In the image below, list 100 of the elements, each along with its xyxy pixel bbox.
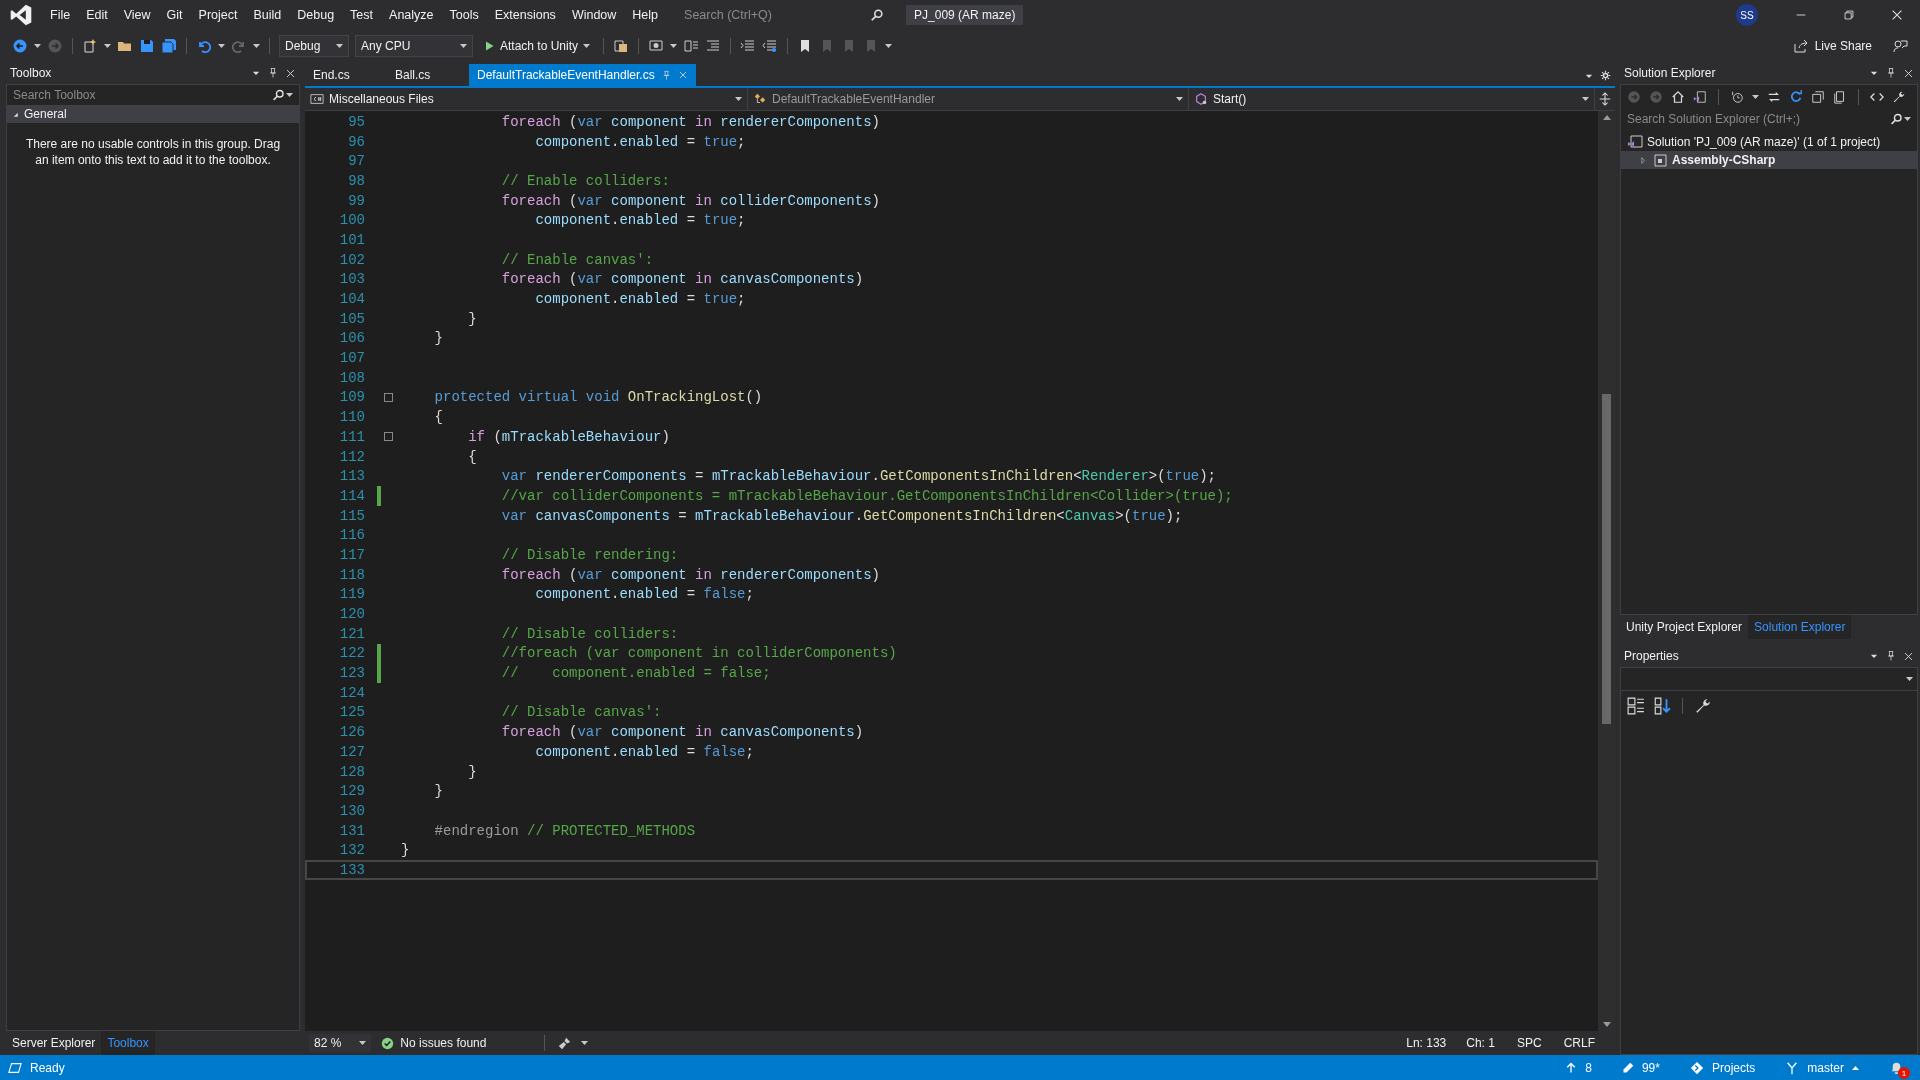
save-all-icon[interactable] (161, 38, 177, 54)
code-line: foreach (var component in rendererComponents) (500, 113, 880, 130)
menu-item[interactable]: Window (563, 4, 625, 26)
frame-icon[interactable] (648, 38, 665, 54)
attach-button[interactable]: Attach to Unity (479, 37, 595, 55)
platform-dropdown[interactable]: Any CPU (355, 35, 473, 57)
split-icon[interactable] (1598, 92, 1612, 106)
back-icon[interactable] (12, 38, 28, 54)
menu-item[interactable]: File (42, 4, 79, 26)
close-icon[interactable] (1890, 8, 1904, 22)
menu-item[interactable]: Git (158, 4, 191, 26)
search-field[interactable]: Search Toolbox (7, 85, 299, 105)
collapse-toggle[interactable] (383, 392, 393, 402)
history-icon[interactable] (1730, 90, 1744, 104)
search-field[interactable]: Search Solution Explorer (Ctrl+;) (1621, 109, 1917, 129)
unpushed-commits[interactable]: 8 (1565, 1060, 1592, 1075)
scroll-up-icon[interactable] (1602, 115, 1611, 120)
project-dropdown[interactable]: Miscellaneous Files (305, 88, 748, 110)
search-field[interactable]: Search (Ctrl+Q) (678, 4, 891, 26)
code-line: if (mTrackableBehaviour) (467, 428, 670, 445)
close-icon[interactable] (1903, 67, 1914, 79)
pin-icon[interactable] (267, 67, 279, 79)
home-icon[interactable] (1671, 90, 1685, 104)
tree-item[interactable]: Assembly-CSharp (1621, 151, 1917, 169)
whitespace-indicator[interactable]: SPC (1516, 1036, 1542, 1050)
panel-tab[interactable]: Solution Explorer (1748, 615, 1852, 639)
close-icon[interactable] (1903, 650, 1914, 662)
refresh-icon[interactable] (1789, 90, 1803, 104)
code-icon[interactable] (1870, 90, 1884, 104)
branch-icon (1785, 1060, 1800, 1075)
menu-item[interactable]: Project (190, 4, 246, 26)
collapse-toggle[interactable] (383, 432, 393, 442)
sync-icon[interactable] (1767, 90, 1781, 104)
menu-item[interactable]: Help (624, 4, 667, 26)
brush-icon[interactable] (558, 1036, 572, 1050)
pin-icon[interactable] (1885, 67, 1897, 79)
menu-item[interactable]: Tools (441, 4, 487, 26)
line-ending-indicator[interactable]: CRLF (1563, 1036, 1595, 1050)
wrench-icon[interactable] (1892, 90, 1906, 104)
windows-icon[interactable] (613, 38, 630, 54)
line-number: 128 (338, 763, 365, 780)
menu-item[interactable]: Build (245, 4, 290, 26)
expand-icon[interactable] (1639, 155, 1648, 165)
panel-tab[interactable]: Unity Project Explorer (1620, 615, 1749, 639)
caret-icon[interactable] (253, 44, 260, 48)
caret-icon[interactable] (670, 44, 678, 48)
line-number: 109 (338, 389, 365, 406)
menu-item[interactable]: Extensions (486, 4, 564, 26)
account-avatar[interactable]: SS (1736, 4, 1758, 26)
zoom-dropdown[interactable]: 82 % (309, 1034, 372, 1052)
list-icon[interactable] (705, 38, 722, 54)
member-dropdown[interactable]: Start() (1189, 88, 1595, 110)
caret-icon[interactable] (34, 44, 41, 48)
settings-icon[interactable] (1600, 70, 1611, 81)
panel-tab[interactable]: Server Explorer (6, 1031, 102, 1055)
menu-item[interactable]: Test (342, 4, 382, 26)
pending-changes[interactable]: 99* (1621, 1060, 1660, 1075)
align-icon[interactable] (683, 38, 700, 54)
scroll-down-icon[interactable] (1602, 1022, 1611, 1027)
restore-icon[interactable] (1842, 8, 1856, 22)
pin-icon[interactable] (1885, 650, 1897, 662)
save-icon[interactable] (139, 38, 155, 54)
line-number: 133 (338, 861, 365, 878)
type-dropdown[interactable]: DefaultTrackableEventHandler (748, 88, 1189, 110)
projects-button[interactable]: Projects (1689, 1060, 1756, 1075)
caret-icon[interactable] (1752, 95, 1759, 99)
toolbox-group[interactable]: General (7, 105, 299, 123)
menu-item[interactable]: View (115, 4, 159, 26)
undo-icon[interactable] (196, 38, 212, 54)
panel-tab[interactable]: Toolbox (101, 1031, 155, 1055)
scrollbar-thumb[interactable] (1602, 394, 1611, 724)
caret-icon[interactable] (104, 44, 111, 48)
live-share-button[interactable]: Live Share (1792, 38, 1872, 54)
outdent-icon[interactable] (762, 38, 779, 54)
column-indicator: Ch: 1 (1466, 1036, 1495, 1050)
branch-button[interactable]: master (1785, 1060, 1859, 1075)
menu-item[interactable]: Analyze (381, 4, 442, 26)
menu-item[interactable]: Debug (289, 4, 343, 26)
menu-item[interactable]: Edit (78, 4, 116, 26)
new-project-icon[interactable] (82, 38, 98, 54)
document-tab[interactable]: End.cs (305, 64, 387, 86)
code-line: //var colliderComponents = mTrackableBehaviour.GetComponentsInChildren<Collider>(true); (500, 487, 1233, 504)
solution-view-icon[interactable] (1693, 90, 1707, 104)
wrench-icon[interactable] (1694, 697, 1712, 715)
caret-icon[interactable] (218, 44, 225, 48)
collapse-all-icon[interactable] (1811, 90, 1825, 104)
copy-icon[interactable] (1833, 90, 1847, 104)
caret-icon[interactable] (1906, 677, 1913, 681)
caret-icon[interactable] (581, 1041, 589, 1045)
sort-az-icon[interactable] (1653, 697, 1671, 715)
caret-icon[interactable] (885, 44, 893, 48)
panel-title: Properties (1624, 649, 1680, 663)
categorized-icon[interactable] (1627, 697, 1645, 715)
feedback-icon[interactable] (1892, 38, 1908, 54)
redo-icon[interactable] (231, 38, 247, 54)
document-tab[interactable]: Ball.cs (387, 64, 469, 86)
close-icon[interactable] (285, 67, 296, 79)
indent-icon[interactable] (740, 38, 757, 54)
configuration-dropdown[interactable]: Debug (279, 35, 349, 57)
tree-item[interactable]: Solution 'PJ_009 (AR maze)' (1 of 1 project) (1621, 133, 1917, 151)
